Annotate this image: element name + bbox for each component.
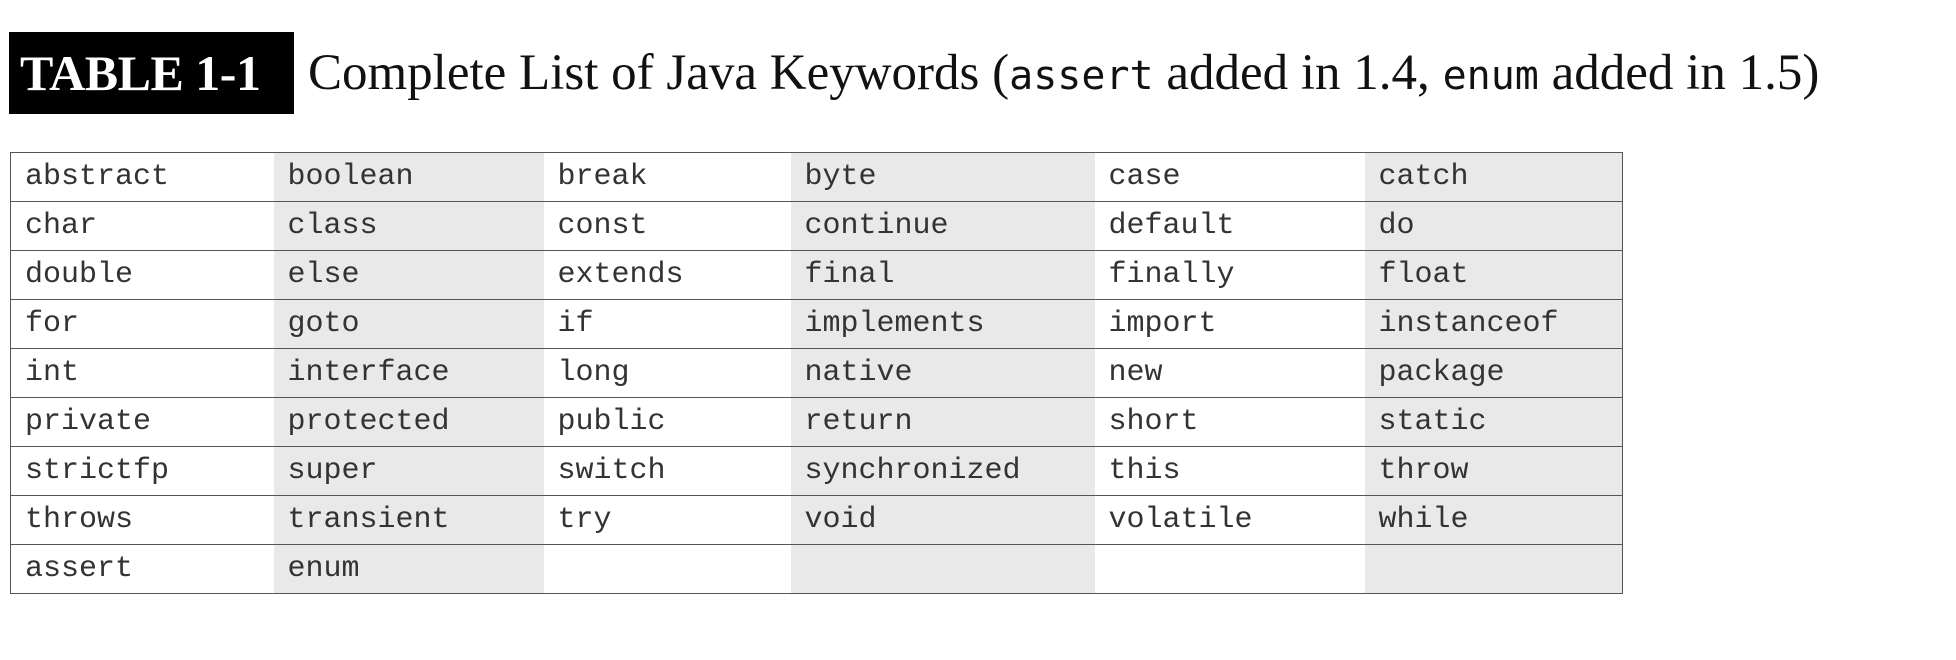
table-caption: TABLE 1-1 Complete List of Java Keywords… <box>9 32 1819 114</box>
keyword-cell: final <box>790 250 1095 300</box>
keyword-cell: new <box>1094 348 1365 398</box>
keyword-cell: instanceof <box>1364 299 1623 349</box>
keyword-cell: int <box>10 348 274 398</box>
title-prefix: Complete List of Java Keywords ( <box>308 45 1010 101</box>
keyword-cell: goto <box>273 299 544 349</box>
table-row: throws transient try void volatile while <box>10 495 1623 545</box>
title-keyword-assert: assert <box>1009 53 1154 99</box>
keyword-cell: assert <box>10 544 274 594</box>
keyword-cell: this <box>1094 446 1365 496</box>
keyword-cell: super <box>273 446 544 496</box>
keyword-cell: try <box>543 495 791 545</box>
keyword-cell: catch <box>1364 152 1623 202</box>
keyword-cell: package <box>1364 348 1623 398</box>
keyword-cell: class <box>273 201 544 251</box>
keyword-cell: strictfp <box>10 446 274 496</box>
table-row: double else extends final finally float <box>10 250 1623 300</box>
keyword-cell: implements <box>790 299 1095 349</box>
keyword-cell: finally <box>1094 250 1365 300</box>
title-keyword-enum: enum <box>1442 53 1539 99</box>
keyword-cell <box>1094 544 1365 594</box>
keyword-cell: short <box>1094 397 1365 447</box>
table-row: int interface long native new package <box>10 348 1623 398</box>
table-number-label: TABLE 1-1 <box>9 32 294 114</box>
keyword-cell: abstract <box>10 152 274 202</box>
keyword-cell: break <box>543 152 791 202</box>
keyword-cell: const <box>543 201 791 251</box>
keyword-cell: if <box>543 299 791 349</box>
keyword-cell: while <box>1364 495 1623 545</box>
keyword-cell: static <box>1364 397 1623 447</box>
table-row: assert enum <box>10 544 1623 594</box>
keyword-cell <box>543 544 791 594</box>
keyword-cell: for <box>10 299 274 349</box>
keyword-cell: char <box>10 201 274 251</box>
keyword-cell: volatile <box>1094 495 1365 545</box>
keyword-cell: throw <box>1364 446 1623 496</box>
keyword-cell: private <box>10 397 274 447</box>
keyword-cell: native <box>790 348 1095 398</box>
keyword-cell: switch <box>543 446 791 496</box>
table-row: char class const continue default do <box>10 201 1623 251</box>
table-row: abstract boolean break byte case catch <box>10 152 1623 202</box>
keyword-cell: enum <box>273 544 544 594</box>
java-keywords-table: abstract boolean break byte case catch c… <box>10 152 1623 594</box>
keyword-cell: boolean <box>273 152 544 202</box>
keyword-cell: do <box>1364 201 1623 251</box>
table-row: for goto if implements import instanceof <box>10 299 1623 349</box>
keyword-cell: float <box>1364 250 1623 300</box>
title-middle: added in 1.4, <box>1153 45 1443 101</box>
keyword-cell: byte <box>790 152 1095 202</box>
keyword-cell: import <box>1094 299 1365 349</box>
keyword-cell <box>790 544 1095 594</box>
keyword-cell <box>1364 544 1623 594</box>
keyword-cell: double <box>10 250 274 300</box>
keyword-cell: else <box>273 250 544 300</box>
keyword-cell: long <box>543 348 791 398</box>
keyword-cell: return <box>790 397 1095 447</box>
keyword-cell: continue <box>790 201 1095 251</box>
keyword-cell: throws <box>10 495 274 545</box>
keyword-cell: protected <box>273 397 544 447</box>
keyword-cell: synchronized <box>790 446 1095 496</box>
table-title: Complete List of Java Keywords (assert a… <box>308 44 1819 102</box>
keyword-cell: interface <box>273 348 544 398</box>
keyword-cell: transient <box>273 495 544 545</box>
table-row: strictfp super switch synchronized this … <box>10 446 1623 496</box>
keyword-cell: case <box>1094 152 1365 202</box>
keyword-cell: void <box>790 495 1095 545</box>
keyword-cell: extends <box>543 250 791 300</box>
keyword-cell: public <box>543 397 791 447</box>
title-suffix: added in 1.5) <box>1538 45 1820 101</box>
table-row: private protected public return short st… <box>10 397 1623 447</box>
keyword-cell: default <box>1094 201 1365 251</box>
